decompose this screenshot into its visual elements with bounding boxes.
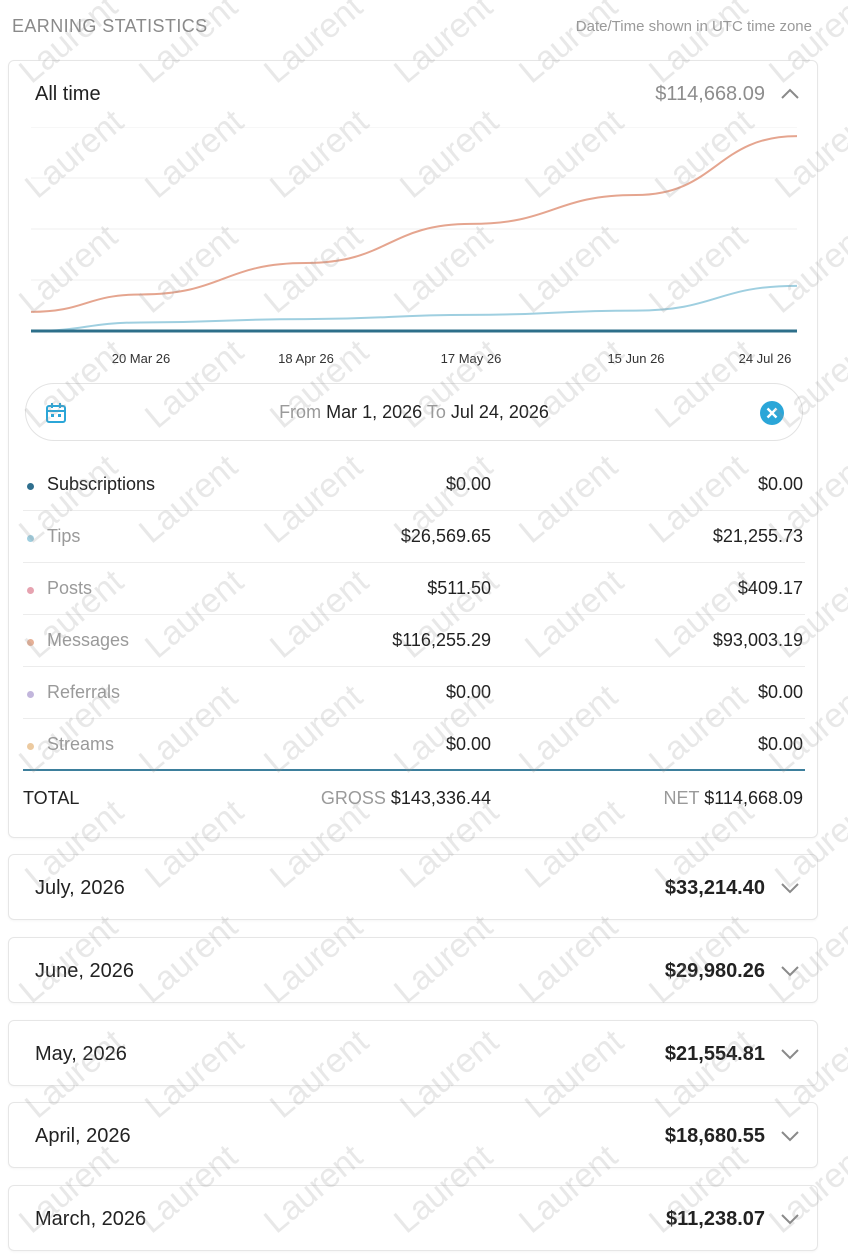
total-label: TOTAL [23,788,80,808]
legend-dot [27,483,34,490]
breakdown-row-messages: Messages $116,255.29 $93,003.19 [23,615,805,667]
month-amount: $29,980.26 [664,960,765,982]
month-label: March, 2026 [35,1208,147,1230]
chart-series-line-0 [30,135,798,313]
row-gross: $0.00 [445,734,491,754]
row-label: Tips [47,526,81,546]
date-range-filter[interactable]: From Mar 1, 2026 To Jul 24, 2026 [25,383,803,441]
gross-label: GROSS [320,788,386,808]
breakdown-table: Subscriptions $0.00 $0.00 Tips $26,569.6… [23,459,805,771]
total-divider [23,769,805,771]
chevron-down-icon[interactable] [779,1127,801,1145]
month-label: June, 2026 [35,960,134,982]
breakdown-row-referrals: Referrals $0.00 $0.00 [23,667,805,719]
month-amount: $21,554.81 [664,1043,765,1065]
total-net: NET $114,668.09 [664,788,803,809]
chart-series-line-1 [30,284,798,332]
row-net: $93,003.19 [712,630,803,650]
legend-dot [27,743,34,750]
all-time-header[interactable]: All time $114,668.09 [9,61,817,127]
row-gross: $0.00 [445,682,491,702]
page-title: EARNING STATISTICS [12,16,208,36]
to-date[interactable]: Jul 24, 2026 [451,402,549,422]
month-amount: $33,214.40 [664,877,765,899]
clear-icon[interactable] [759,400,785,426]
x-tick-label: 20 Mar 26 [112,351,171,366]
total-row: TOTAL GROSS $143,336.44 NET $114,668.09 [23,773,805,825]
x-tick-label: 24 Jul 26 [739,351,792,366]
breakdown-row-subscriptions: Subscriptions $0.00 $0.00 [23,459,805,511]
month-card-march[interactable]: March, 2026 $11,238.07 [8,1185,818,1251]
month-card-may[interactable]: May, 2026 $21,554.81 [8,1020,818,1086]
row-net: $0.00 [757,682,803,702]
row-net: $0.00 [757,734,803,754]
row-gross: $26,569.65 [400,526,491,546]
month-card-july[interactable]: July, 2026 $33,214.40 [8,854,818,920]
row-label: Referrals [47,682,121,702]
chevron-down-icon[interactable] [779,962,801,980]
from-label: From [279,402,322,422]
all-time-amount: $114,668.09 [655,83,765,105]
x-tick-label: 15 Jun 26 [607,351,664,366]
month-label: July, 2026 [35,877,125,899]
row-label: Messages [47,630,130,650]
legend-dot [27,639,34,646]
x-tick-label: 18 Apr 26 [278,351,334,366]
legend-dot [27,587,34,594]
chevron-up-icon[interactable] [779,85,801,103]
row-net: $0.00 [757,474,803,494]
net-label: NET [663,788,700,808]
row-net: $409.17 [737,578,803,598]
legend-dot [27,691,34,698]
month-card-june[interactable]: June, 2026 $29,980.26 [8,937,818,1003]
row-gross: $116,255.29 [392,630,491,650]
chevron-down-icon[interactable] [779,879,801,897]
page-header: EARNING STATISTICS Date/Time shown in UT… [0,0,848,54]
month-label: April, 2026 [35,1125,131,1147]
month-card-april[interactable]: April, 2026 $18,680.55 [8,1102,818,1168]
to-label: To [426,402,446,422]
date-range-text[interactable]: From Mar 1, 2026 To Jul 24, 2026 [26,402,802,423]
earnings-line-chart: 20 Mar 26 18 Apr 26 17 May 26 15 Jun 26 24 J… [30,127,798,366]
month-amount: $11,238.07 [666,1208,765,1230]
row-gross: $0.00 [445,474,491,494]
row-net: $21,255.73 [712,526,803,546]
all-time-card: All time $114,668.09 20 Mar 26 18 Apr 26 1… [8,60,818,838]
breakdown-row-tips: Tips $26,569.65 $21,255.73 [23,511,805,563]
legend-dot [27,535,34,542]
chevron-down-icon[interactable] [779,1045,801,1063]
month-amount: $18,680.55 [664,1125,765,1147]
total-gross: GROSS $143,336.44 [321,788,491,809]
timezone-note: Date/Time shown in UTC time zone [575,18,812,35]
net-value: $114,668.09 [704,788,803,808]
breakdown-row-posts: Posts $511.50 $409.17 [23,563,805,615]
row-label: Streams [47,734,115,754]
gross-value: $143,336.44 [390,788,491,808]
row-gross: $511.50 [427,578,491,598]
row-label: Posts [47,578,93,598]
month-label: May, 2026 [35,1043,127,1065]
earnings-chart: 20 Mar 26 18 Apr 26 17 May 26 15 Jun 26 24 J… [9,127,819,427]
from-date[interactable]: Mar 1, 2026 [326,402,422,422]
chevron-down-icon[interactable] [779,1210,801,1228]
all-time-label: All time [35,83,101,105]
breakdown-row-streams: Streams $0.00 $0.00 [23,719,805,771]
row-label: Subscriptions [47,474,156,494]
x-tick-label: 17 May 26 [441,351,502,366]
